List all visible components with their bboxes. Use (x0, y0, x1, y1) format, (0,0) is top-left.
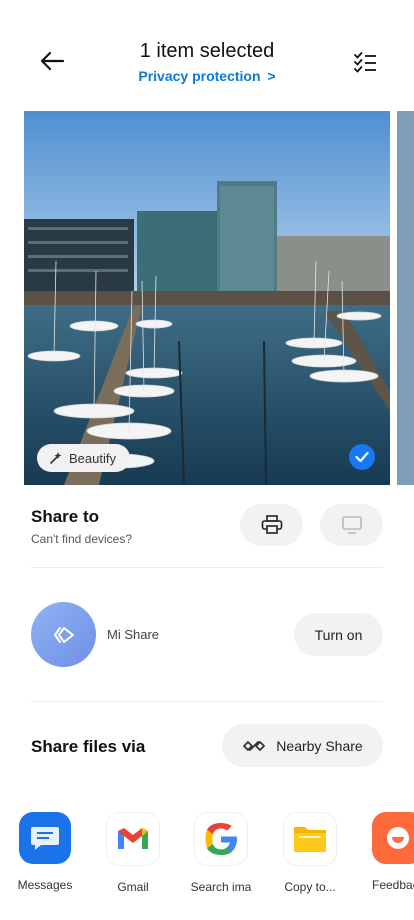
divider (31, 567, 383, 568)
cast-screen-button[interactable] (320, 504, 383, 546)
next-photo-peek[interactable] (397, 111, 414, 485)
app-label: Gmail (117, 880, 149, 894)
selected-checkmark[interactable] (349, 444, 375, 470)
mi-share-label: Mi Share (107, 627, 160, 642)
harbor-photo-image (24, 111, 390, 485)
app-label: Messages (17, 878, 73, 892)
mi-share-icon (53, 626, 74, 643)
cant-find-devices-link[interactable]: Can't find devices? (31, 532, 132, 546)
nearby-share-icon (243, 740, 266, 751)
feedback-icon (372, 812, 414, 864)
privacy-protection-label: Privacy protection (138, 68, 261, 84)
mi-share-avatar (31, 602, 96, 667)
print-button[interactable] (240, 504, 303, 546)
beautify-label: Beautify (69, 450, 116, 466)
messages-icon (19, 812, 71, 864)
gmail-icon (106, 812, 160, 866)
beautify-button[interactable]: Beautify (37, 444, 130, 472)
folder-icon (283, 812, 337, 866)
share-to-title: Share to (31, 507, 100, 526)
app-label: Search ima (190, 880, 252, 894)
app-google-search-image[interactable]: Search ima (185, 812, 257, 894)
divider (31, 701, 383, 702)
app-label: Feedbac (372, 878, 414, 892)
app-gmail[interactable]: Gmail (97, 812, 169, 894)
nearby-share-button[interactable]: Nearby Share (222, 724, 383, 767)
share-files-title: Share files via (31, 737, 146, 756)
app-label: Copy to... (284, 880, 336, 894)
monitor-icon (341, 516, 362, 534)
app-feedback[interactable]: Feedbac (362, 812, 414, 892)
app-copy-to[interactable]: Copy to... (274, 812, 346, 894)
chevron-right-icon: > (267, 68, 276, 84)
check-icon (355, 451, 369, 463)
printer-icon (261, 515, 282, 534)
selected-photo[interactable] (24, 111, 390, 485)
app-messages[interactable]: Messages (9, 812, 81, 892)
magic-wand-icon (50, 452, 62, 464)
checklist-icon (354, 52, 376, 73)
google-icon (194, 812, 248, 866)
nearby-share-label: Nearby Share (276, 737, 363, 754)
select-all-button[interactable] (347, 44, 383, 80)
turn-on-button[interactable]: Turn on (294, 613, 383, 656)
